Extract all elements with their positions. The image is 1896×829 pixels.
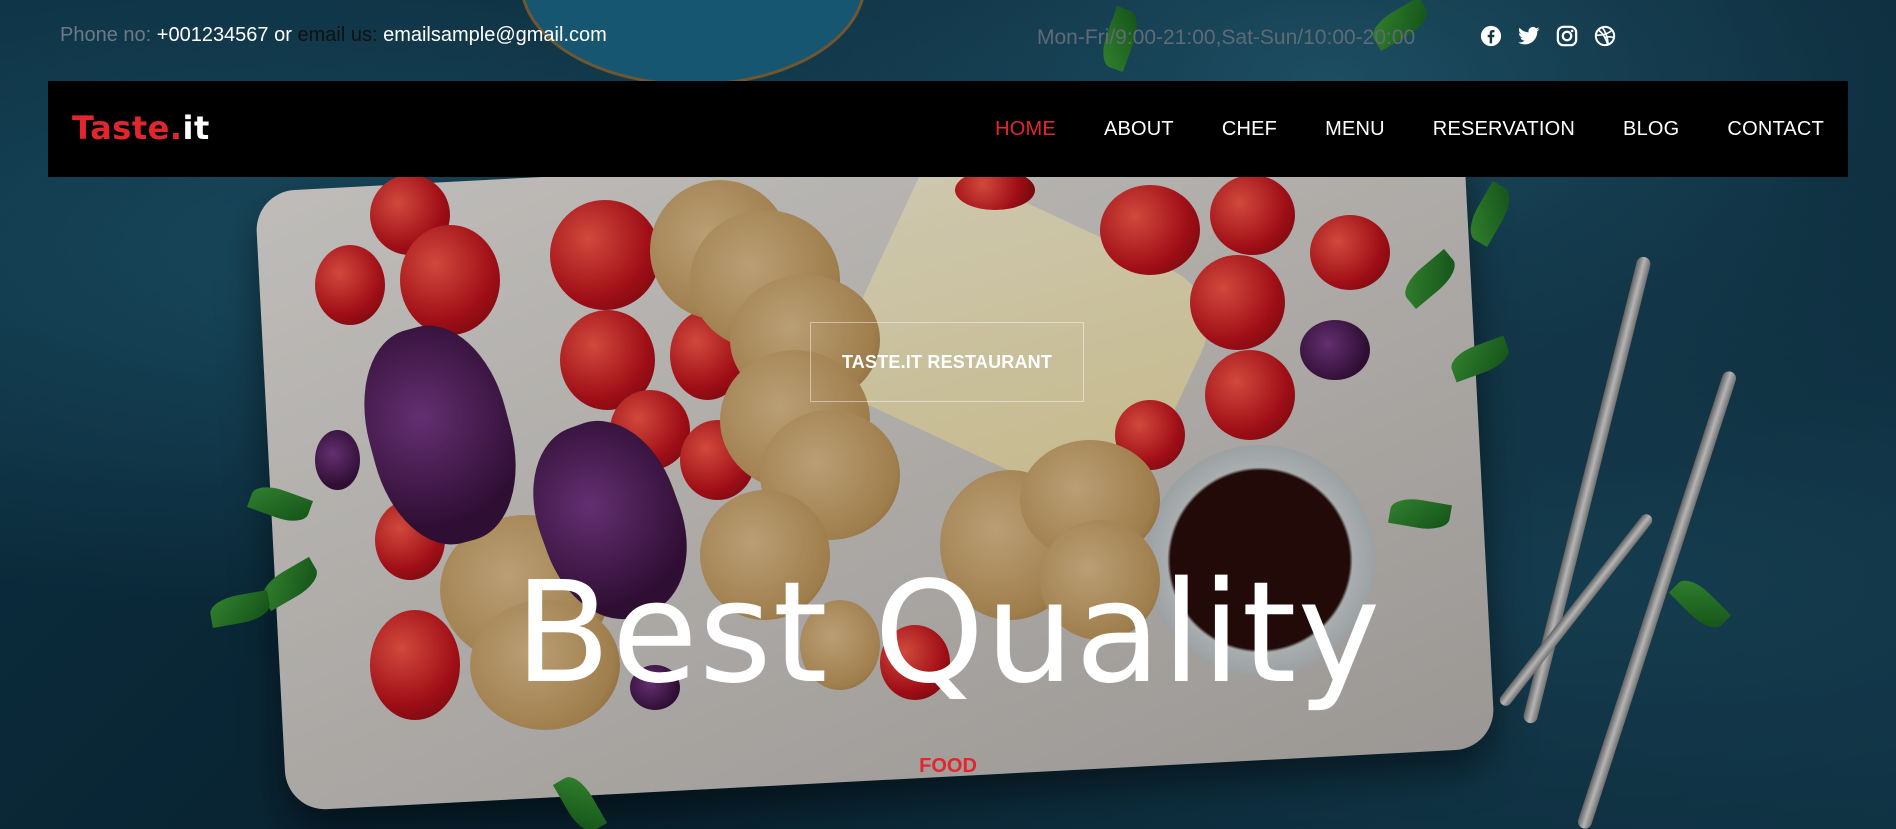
hero-subtitle: TASTE.IT RESTAURANT xyxy=(841,351,1053,372)
email-label: email us: xyxy=(297,24,378,46)
instagram-icon[interactable] xyxy=(1555,24,1579,48)
or-text: or xyxy=(274,24,292,46)
nav-item-reservation[interactable]: RESERVATION xyxy=(1433,118,1575,141)
facebook-icon[interactable] xyxy=(1479,24,1503,48)
brand-logo[interactable]: Taste.it xyxy=(72,109,210,147)
contact-info: Phone no: +001234567 or email us: emails… xyxy=(60,24,607,47)
nav-item-contact[interactable]: CONTACT xyxy=(1727,118,1824,141)
phone-number[interactable]: +001234567 xyxy=(157,24,269,46)
hero-category-tag[interactable]: FOOD xyxy=(0,755,1896,778)
nav-item-about[interactable]: ABOUT xyxy=(1104,118,1174,141)
hero-subtitle-box: TASTE.IT RESTAURANT xyxy=(810,322,1084,402)
nav-item-home[interactable]: HOME xyxy=(995,118,1056,141)
nav-menu: HOME ABOUT CHEF MENU RESERVATION BLOG CO… xyxy=(995,81,1824,177)
nav-item-menu[interactable]: MENU xyxy=(1325,118,1385,141)
nav-item-blog[interactable]: BLOG xyxy=(1623,118,1679,141)
top-info-bar: Phone no: +001234567 or email us: emails… xyxy=(0,0,1896,76)
social-links xyxy=(1479,24,1617,48)
dribbble-icon[interactable] xyxy=(1593,24,1617,48)
brand-part-2: it xyxy=(182,109,210,147)
twitter-icon[interactable] xyxy=(1517,24,1541,48)
phone-label: Phone no: xyxy=(60,24,152,46)
hero-headline: Best Quality xyxy=(514,551,1382,715)
email-address[interactable]: emailsample@gmail.com xyxy=(383,24,607,46)
opening-hours: Mon-Fri/9:00-21:00,Sat-Sun/10:00-20:00 xyxy=(1037,26,1416,49)
brand-part-1: Taste. xyxy=(72,109,183,147)
main-navbar: Taste.it HOME ABOUT CHEF MENU RESERVATIO… xyxy=(48,81,1848,177)
nav-item-chef[interactable]: CHEF xyxy=(1222,118,1277,141)
